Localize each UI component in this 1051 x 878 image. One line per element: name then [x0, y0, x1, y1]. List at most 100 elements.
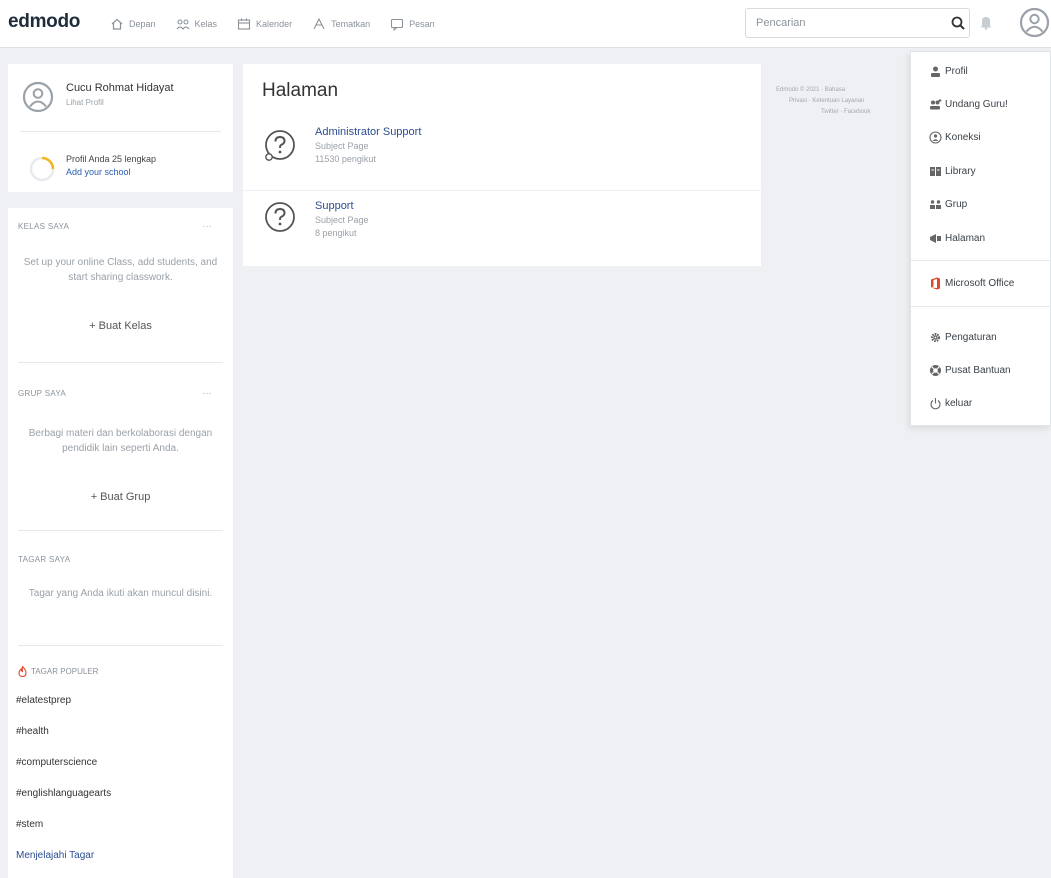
home-icon	[111, 18, 123, 30]
nav-messages-label: Pesan	[409, 19, 435, 29]
page-type: Subject Page	[315, 141, 369, 151]
explore-tags-link[interactable]: Menjelajahi Tagar	[16, 850, 94, 861]
search-input[interactable]	[746, 9, 936, 37]
profile-progress-ring	[29, 156, 55, 182]
menu-label: keluar	[945, 397, 973, 409]
profile-card: Cucu Rohmat Hidayat Lihat Profil Profil …	[8, 64, 233, 192]
messages-icon	[391, 18, 404, 31]
menu-label: Pusat Bantuan	[945, 364, 1011, 376]
menu-item-help-center[interactable]: Pusat Bantuan	[911, 355, 1051, 385]
help-center-icon	[930, 364, 941, 376]
person-icon	[931, 66, 940, 77]
menu-label: Halaman	[945, 232, 986, 244]
nav-classes[interactable]: Kelas	[176, 17, 218, 31]
my-tags-heading: TAGAR SAYA	[18, 555, 71, 564]
classes-description: Set up your online Class, add students, …	[23, 257, 218, 283]
page-name[interactable]: Administrator Support	[315, 126, 421, 138]
search-icon[interactable]	[950, 15, 966, 31]
popular-tags-header: TAGAR POPULER	[18, 666, 98, 677]
nav-home-label: Depan	[129, 19, 156, 29]
page-title: Halaman	[262, 80, 339, 101]
page-list-item[interactable]: Support Subject Page 8 pengikut	[243, 191, 761, 267]
popular-tag[interactable]: #stem	[16, 819, 43, 830]
groups-icon	[930, 199, 941, 209]
menu-label: Profil	[945, 65, 968, 77]
classes-more-button[interactable]: …	[202, 219, 212, 230]
profile-progress-text: Profil Anda 25 lengkap	[66, 154, 157, 164]
menu-label: Grup	[945, 198, 968, 210]
search-box	[745, 8, 970, 38]
add-school-link[interactable]: Add your school	[66, 167, 131, 177]
popular-tag[interactable]: #elatestprep	[16, 695, 71, 706]
menu-item-connections[interactable]: Koneksi	[911, 122, 1051, 152]
user-dropdown-menu: Profil Undang Guru! Koneksi Library Grup…	[910, 51, 1051, 426]
popular-tag[interactable]: #computerscience	[16, 757, 97, 768]
connections-icon	[929, 130, 942, 144]
nav-discover-label: Tematkan	[331, 19, 371, 29]
notification-bell-icon[interactable]	[977, 13, 995, 31]
menu-item-profile[interactable]: Profil	[911, 56, 1051, 86]
invite-teacher-icon	[930, 98, 942, 109]
calendar-icon	[237, 18, 251, 30]
menu-label: Pengaturan	[945, 331, 997, 343]
groups-description: Berbagi materi dan berkolaborasi dengan …	[28, 428, 213, 454]
user-avatar-icon[interactable]	[1019, 7, 1050, 38]
menu-item-groups[interactable]: Grup	[911, 189, 1051, 219]
menu-item-microsoft-office[interactable]: Microsoft Office	[911, 268, 1051, 298]
page-type: Subject Page	[315, 215, 369, 225]
microsoft-office-icon	[931, 277, 940, 289]
my-groups-heading: GRUP SAYA	[18, 389, 67, 398]
page-followers: 8 pengikut	[315, 228, 357, 238]
classes-icon	[176, 19, 189, 30]
main-nav: Depan Kelas Kalender Tematkan Pesan	[110, 0, 435, 48]
nav-calendar-label: Kalender	[256, 19, 293, 29]
popular-tags-heading: TAGAR POPULER	[31, 667, 99, 676]
nav-classes-label: Kelas	[194, 19, 218, 29]
menu-item-settings[interactable]: Pengaturan	[911, 322, 1051, 352]
divider	[20, 131, 221, 132]
menu-item-logout[interactable]: keluar	[911, 388, 1051, 418]
question-mark-icon	[265, 130, 295, 161]
menu-label: Microsoft Office	[945, 277, 1015, 289]
footer-social-links[interactable]: Twitter · Facebook	[821, 109, 870, 115]
discover-icon	[313, 17, 325, 30]
menu-divider	[911, 306, 1051, 307]
menu-item-pages[interactable]: Halaman	[911, 223, 1051, 253]
pages-icon	[930, 233, 941, 243]
nav-calendar[interactable]: Kalender	[237, 17, 292, 31]
page-followers: 11530 pengikut	[315, 154, 376, 164]
menu-divider	[911, 260, 1051, 261]
footer-legal-links[interactable]: Privasi · Ketentuan Layanan	[789, 98, 864, 104]
popular-tag[interactable]: #englishlanguagearts	[16, 788, 111, 799]
question-mark-icon	[265, 202, 295, 232]
nav-discover[interactable]: Tematkan	[312, 17, 370, 31]
my-classes-heading: KELAS SAYA	[18, 222, 70, 231]
top-navigation-bar: edmodo Depan Kelas Kalender Tematkan Pes…	[0, 0, 1051, 48]
view-profile-link[interactable]: Lihat Profil	[66, 98, 104, 107]
divider	[18, 530, 223, 531]
create-class-button[interactable]: + Buat Kelas	[18, 320, 223, 332]
menu-label: Undang Guru!	[945, 98, 1008, 110]
divider	[18, 645, 223, 646]
profile-avatar-icon[interactable]	[22, 81, 54, 113]
gear-icon	[930, 332, 941, 342]
popular-tag[interactable]: #health	[16, 726, 49, 737]
groups-more-button[interactable]: …	[202, 386, 212, 397]
edmodo-logo[interactable]: edmodo	[8, 11, 80, 33]
tags-description: Tagar yang Anda ikuti akan muncul disini…	[28, 588, 213, 599]
menu-label: Library	[945, 165, 976, 177]
menu-item-invite-teacher[interactable]: Undang Guru!	[911, 89, 1051, 119]
menu-label: Koneksi	[945, 131, 981, 143]
menu-item-library[interactable]: Library	[911, 156, 1051, 186]
page-name[interactable]: Support	[315, 200, 354, 212]
pages-panel: Halaman Administrator Support Subject Pa…	[243, 64, 761, 266]
page-list-item[interactable]: Administrator Support Subject Page 11530…	[243, 114, 761, 190]
flame-icon	[18, 666, 27, 677]
nav-home[interactable]: Depan	[110, 17, 156, 31]
footer-copyright: Edmodo © 2021 · Bahasa	[776, 87, 846, 93]
power-icon	[930, 397, 941, 409]
library-icon	[930, 166, 941, 176]
profile-name[interactable]: Cucu Rohmat Hidayat	[66, 82, 174, 94]
nav-messages[interactable]: Pesan	[390, 17, 435, 31]
create-group-button[interactable]: + Buat Grup	[18, 491, 223, 503]
